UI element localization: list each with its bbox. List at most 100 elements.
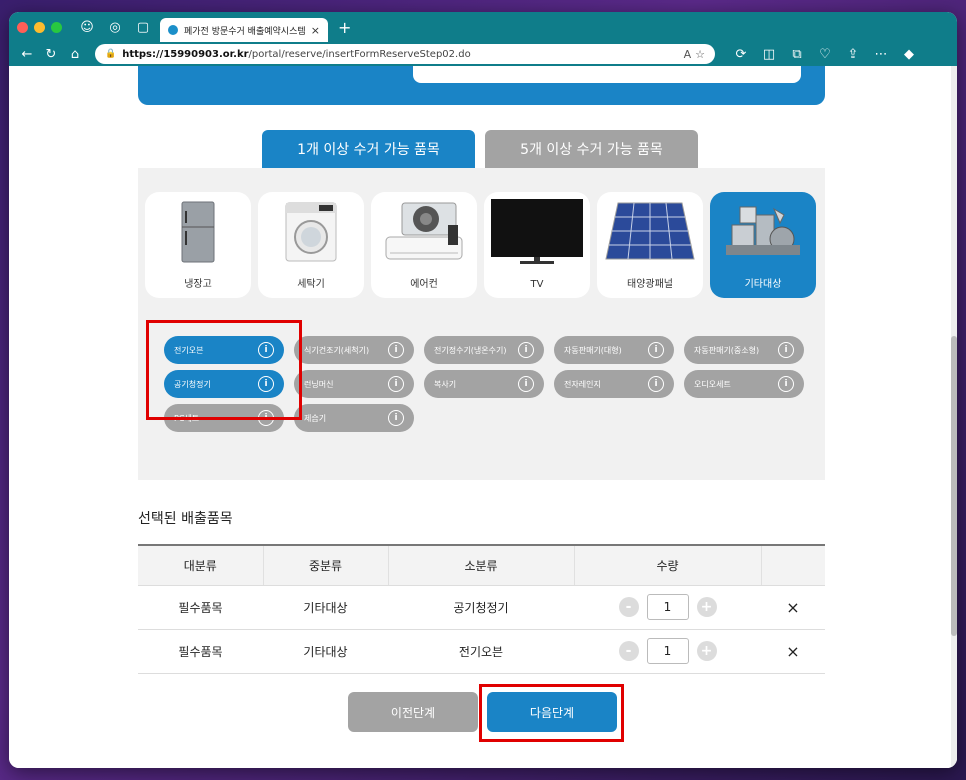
active-tab[interactable]: 폐가전 방문수거 배출예약시스템 × <box>160 18 328 42</box>
info-icon[interactable]: i <box>388 410 404 426</box>
split-screen-icon[interactable]: ◫ <box>757 47 781 62</box>
tab-five-or-more[interactable]: 5개 이상 수거 가능 품목 <box>485 130 698 168</box>
close-window-button[interactable] <box>17 21 28 33</box>
header-minor: 소분류 <box>388 544 575 586</box>
cell-quantity: - 1 + <box>574 629 761 674</box>
new-tab-button[interactable]: + <box>338 18 351 37</box>
table-row: 필수품목 기타대상 공기청정기 - 1 + × <box>138 585 825 630</box>
refrigerator-icon <box>181 200 215 264</box>
window-controls <box>17 21 62 33</box>
home-icon[interactable]: ⌂ <box>63 47 87 62</box>
card-air-conditioner[interactable]: 에어컨 <box>371 192 477 298</box>
remove-row-button[interactable]: × <box>786 598 799 617</box>
chip-treadmill[interactable]: 런닝머신 i <box>294 370 414 398</box>
card-label: 세탁기 <box>297 279 325 290</box>
header-middle: 중분류 <box>263 544 389 586</box>
cell-remove: × <box>761 629 825 674</box>
page-scrollbar[interactable] <box>951 66 957 768</box>
address-bar[interactable]: 🔒 https://15990903.or.kr/portal/reserve/… <box>95 44 715 64</box>
header-major: 대분류 <box>138 544 264 586</box>
chip-label: 전기정수기(냉온수기) <box>434 345 507 355</box>
scrollbar-thumb[interactable] <box>951 336 957 636</box>
cell-middle: 기타대상 <box>263 585 388 630</box>
chip-dehumidifier[interactable]: 제습기 i <box>294 404 414 432</box>
air-conditioner-icon <box>382 200 466 264</box>
info-icon[interactable]: i <box>648 342 664 358</box>
tab-close-button[interactable]: × <box>311 24 320 37</box>
quantity-input[interactable]: 1 <box>646 594 689 620</box>
maximize-window-button[interactable] <box>51 21 62 33</box>
quantity-input[interactable]: 1 <box>646 638 689 664</box>
chip-microwave[interactable]: 전자레인지 i <box>554 370 674 398</box>
table-header-row: 대분류 중분류 소분류 수량 <box>138 544 825 586</box>
chip-audio-set[interactable]: 오디오세트 i <box>684 370 804 398</box>
tab-title: 폐가전 방문수거 배출예약시스템 <box>184 26 306 37</box>
increment-button[interactable]: + <box>696 597 717 617</box>
card-label: 태양광패널 <box>627 279 673 290</box>
chip-label: 런닝머신 <box>304 379 334 389</box>
solar-panel-icon <box>604 200 696 264</box>
quantity-stepper: - 1 + <box>618 594 717 620</box>
chip-label: 전자레인지 <box>564 379 601 389</box>
performance-icon[interactable]: ♡ <box>813 47 837 62</box>
selected-items-table: 대분류 중분류 소분류 수량 필수품목 기타대상 공기청정기 - 1 + × 필… <box>138 544 825 674</box>
refresh-icon[interactable]: ↻ <box>39 47 63 62</box>
tv-icon <box>490 199 584 264</box>
card-solar-panel[interactable]: 태양광패널 <box>597 192 703 298</box>
share-icon[interactable]: ⇪ <box>841 47 865 62</box>
card-refrigerator[interactable]: 냉장고 <box>145 192 251 298</box>
item-cards: 냉장고 세탁기 에어컨 TV 태양광패널 기타대상 <box>145 192 816 298</box>
chip-copier[interactable]: 복사기 i <box>424 370 544 398</box>
cell-minor: 공기청정기 <box>388 585 574 630</box>
tab-actions-icon[interactable]: ▢ <box>132 20 154 35</box>
cell-quantity: - 1 + <box>574 585 761 630</box>
url-text: https://15990903.or.kr/portal/reserve/in… <box>122 49 470 60</box>
collections-icon[interactable]: ⧉ <box>785 47 809 62</box>
cell-major: 필수품목 <box>138 629 263 674</box>
decrement-button[interactable]: - <box>618 641 639 661</box>
card-washer[interactable]: 세탁기 <box>258 192 364 298</box>
chip-vending-small[interactable]: 자동판매기(중소형) i <box>684 336 804 364</box>
card-tv[interactable]: TV <box>484 192 590 298</box>
info-icon[interactable]: i <box>778 342 794 358</box>
category-tabs: 1개 이상 수거 가능 품목 5개 이상 수거 가능 품목 <box>262 130 698 168</box>
card-other[interactable]: 기타대상 <box>710 192 816 298</box>
info-icon[interactable]: i <box>388 376 404 392</box>
decrement-button[interactable]: - <box>618 597 639 617</box>
prev-step-button[interactable]: 이전단계 <box>348 692 478 732</box>
site-favicon-icon <box>168 25 178 35</box>
chip-water-purifier[interactable]: 전기정수기(냉온수기) i <box>424 336 544 364</box>
workspaces-icon[interactable]: ◎ <box>104 20 126 35</box>
navigation-toolbar: ← ↻ ⌂ 🔒 https://15990903.or.kr/portal/re… <box>9 42 957 66</box>
header-quantity: 수량 <box>574 544 762 586</box>
profile-icon[interactable]: ☺ <box>76 20 98 35</box>
table-row: 필수품목 기타대상 전기오븐 - 1 + × <box>138 629 825 674</box>
cell-minor: 전기오븐 <box>388 629 574 674</box>
quantity-stepper: - 1 + <box>618 638 717 664</box>
info-icon[interactable]: i <box>518 376 534 392</box>
info-icon[interactable]: i <box>648 376 664 392</box>
copilot-icon[interactable]: ◆ <box>897 47 921 62</box>
highlight-box-next <box>479 684 624 742</box>
info-icon[interactable]: i <box>518 342 534 358</box>
back-icon[interactable]: ← <box>15 47 39 62</box>
top-banner-field <box>413 66 801 83</box>
read-aloud-icon[interactable]: A <box>684 48 692 61</box>
remove-row-button[interactable]: × <box>786 642 799 661</box>
info-icon[interactable]: i <box>388 342 404 358</box>
chip-label: 자동판매기(중소형) <box>694 345 760 355</box>
cell-major: 필수품목 <box>138 585 263 630</box>
favorite-star-icon[interactable]: ☆ <box>695 48 705 61</box>
card-label: 에어컨 <box>410 279 438 290</box>
mixed-appliances-icon <box>718 200 808 264</box>
tab-one-or-more[interactable]: 1개 이상 수거 가능 품목 <box>262 130 475 168</box>
url-host: https://15990903.or.kr <box>122 48 249 60</box>
extensions-icon[interactable]: ⟳ <box>729 47 753 62</box>
chip-vending-large[interactable]: 자동판매기(대형) i <box>554 336 674 364</box>
more-menu-icon[interactable]: ⋯ <box>869 47 893 62</box>
highlight-box-chips <box>146 320 302 420</box>
chip-dish-dryer[interactable]: 식기건조기(세척기) i <box>294 336 414 364</box>
info-icon[interactable]: i <box>778 376 794 392</box>
increment-button[interactable]: + <box>696 641 717 661</box>
minimize-window-button[interactable] <box>34 21 45 33</box>
